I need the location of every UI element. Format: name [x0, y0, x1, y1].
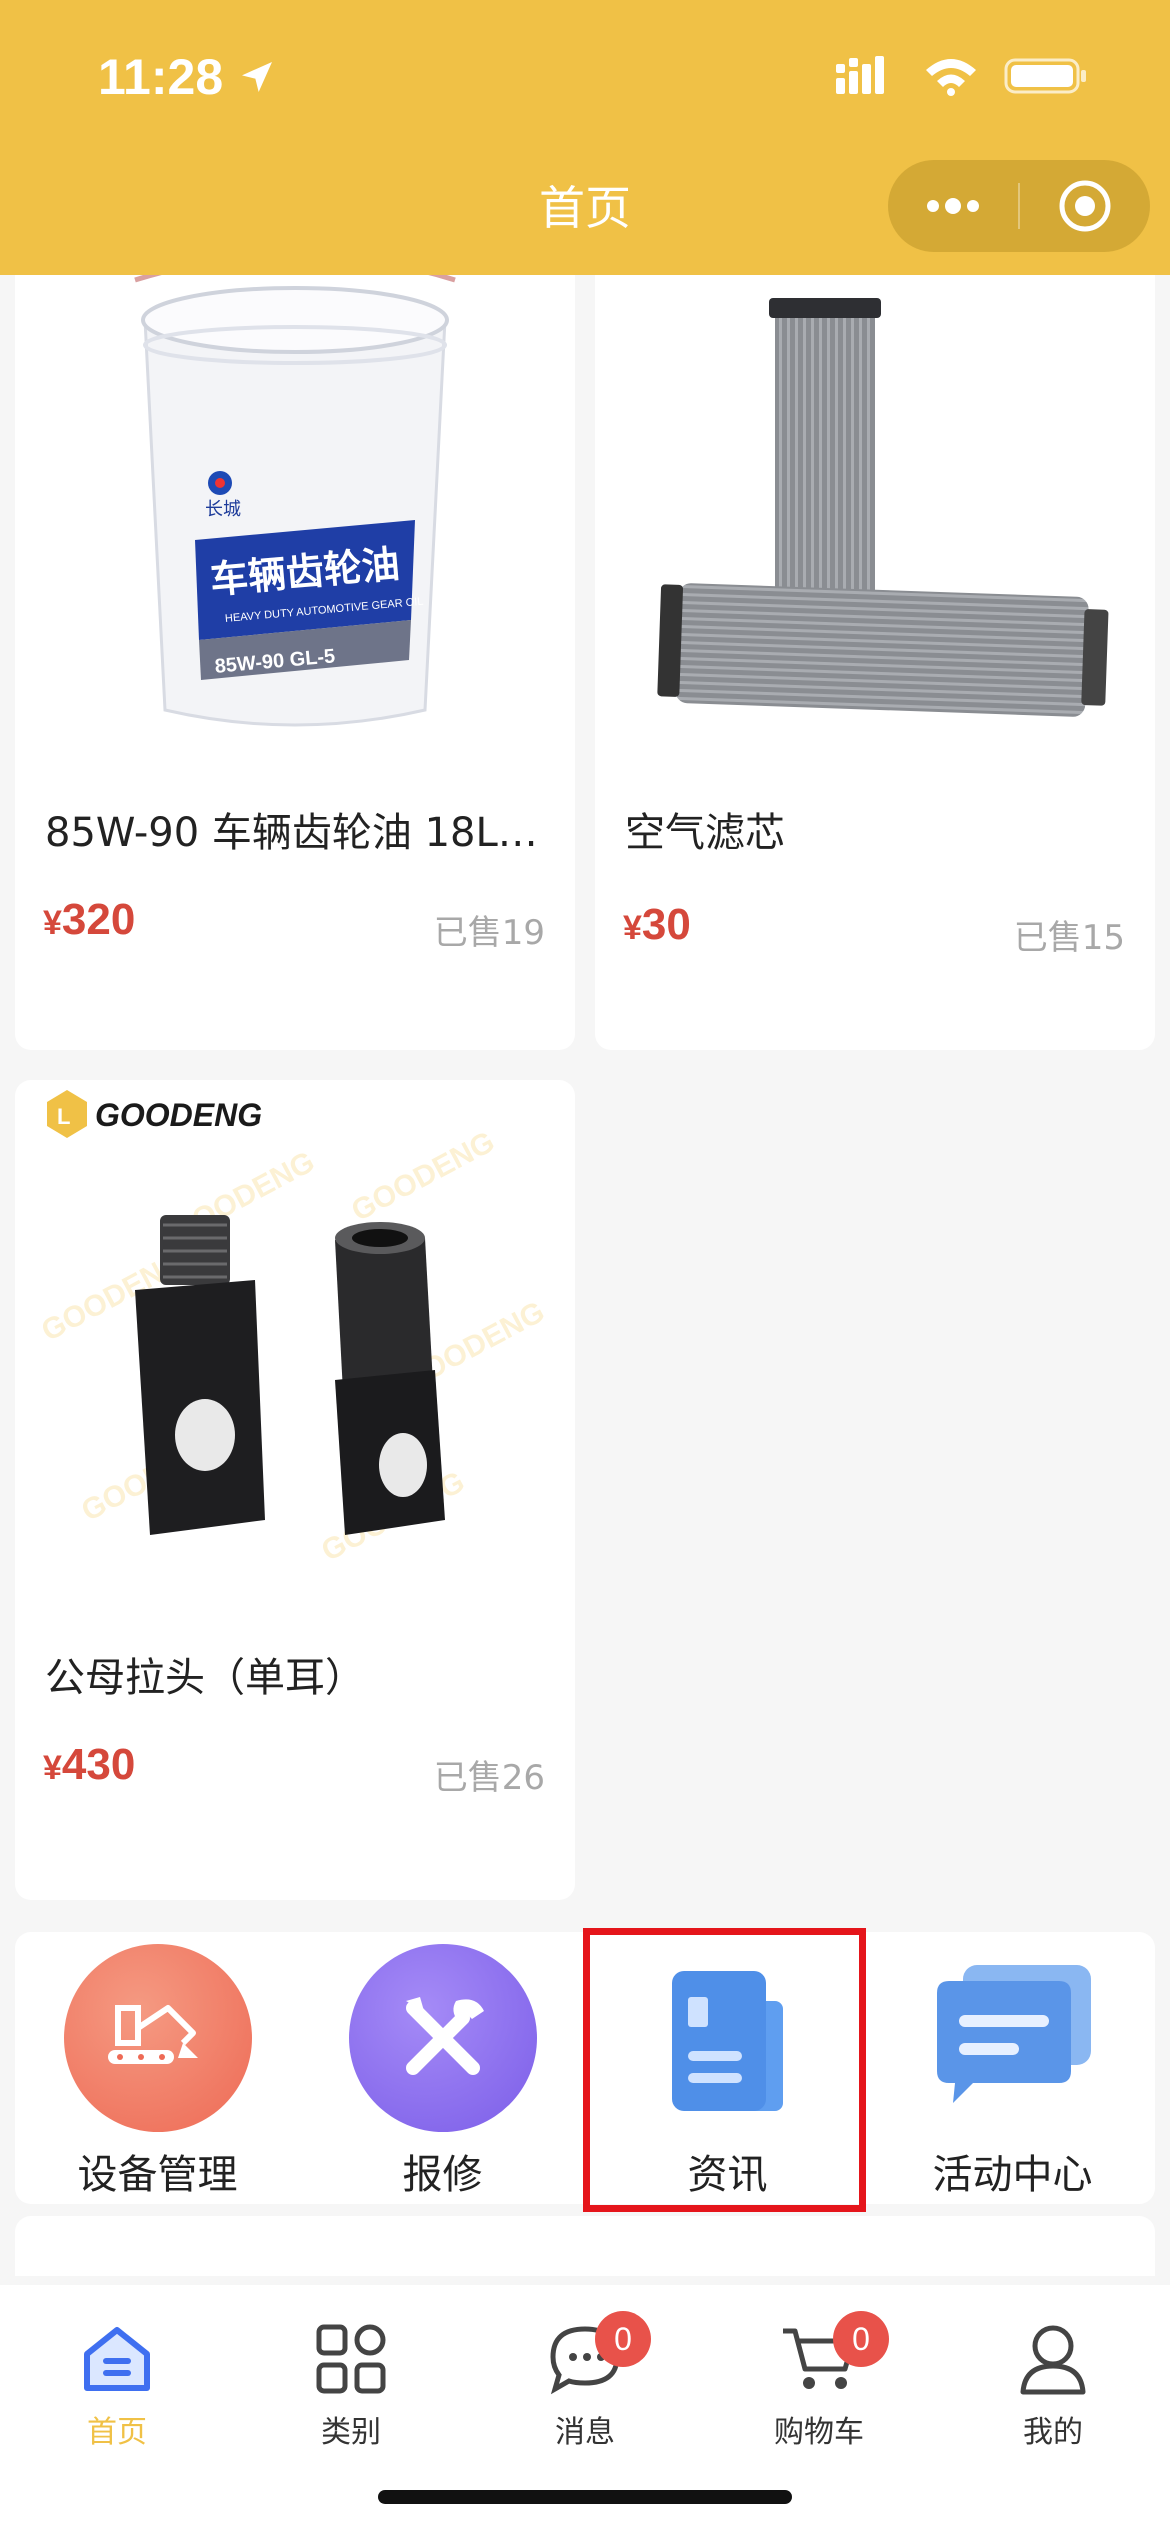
target-circle-icon [1059, 180, 1111, 232]
tab-mine[interactable]: 我的 [936, 2307, 1170, 2477]
entry-equipment-management[interactable]: 设备管理 [15, 1932, 300, 2204]
product-image: GOODENG GOODENG GOODENG GOODENG GOODENG … [15, 1080, 575, 1620]
close-mini-program-button[interactable] [1020, 160, 1150, 252]
entry-label: 活动中心 [932, 2152, 1093, 2198]
cart-icon: 0 [779, 2311, 889, 2399]
price-value: 30 [641, 900, 691, 949]
product-price: ¥430 [43, 1740, 135, 1790]
home-icon [77, 2319, 157, 2399]
more-button[interactable] [888, 160, 1018, 252]
more-dots-icon [927, 198, 979, 214]
product-card[interactable]: 长城 车辆齿轮油 HEAVY DUTY AUTOMOTIVE GEAR OIL … [15, 240, 575, 1050]
product-card[interactable]: 空气滤芯 ¥30 已售15 [595, 240, 1155, 1050]
wifi-icon [926, 59, 976, 96]
location-arrow-icon [242, 62, 273, 92]
product-price: ¥320 [43, 895, 135, 945]
entry-repair[interactable]: 报修 [300, 1932, 585, 2204]
tab-label: 首页 [87, 2415, 147, 2450]
product-card[interactable]: GOODENG GOODENG GOODENG GOODENG GOODENG … [15, 1080, 575, 1900]
home-indicator [378, 2490, 792, 2504]
tab-label: 购物车 [774, 2415, 864, 2450]
wrench-screwdriver-icon [348, 1944, 537, 2132]
goodeng-logo: L GOODENG [47, 1090, 262, 1138]
message-icon: 0 [545, 2311, 651, 2399]
price-value: 430 [61, 1740, 136, 1789]
tab-label: 消息 [555, 2415, 615, 2450]
tab-home[interactable]: 首页 [0, 2307, 234, 2477]
product-price: ¥30 [623, 900, 691, 950]
battery-icon [1004, 58, 1086, 94]
tab-label: 类别 [321, 2415, 381, 2450]
product-name: 85W-90 车辆齿轮油 18L… [45, 810, 538, 856]
content-strip [15, 2216, 1155, 2276]
signal-icon [836, 56, 884, 94]
header-bar: 11:28 首页 [0, 0, 1170, 275]
tab-messages[interactable]: 0 消息 [468, 2307, 702, 2477]
cart-badge: 0 [833, 2311, 889, 2367]
price-symbol: ¥ [623, 909, 642, 947]
entry-label: 报修 [402, 2152, 483, 2198]
highlight-frame [583, 1928, 866, 2212]
mini-program-capsule [888, 160, 1150, 252]
tab-cart[interactable]: 0 购物车 [702, 2307, 936, 2477]
price-value: 320 [61, 895, 136, 944]
excavator-icon [63, 1944, 252, 2132]
pull-head-image: L GOODENG [47, 1090, 445, 1535]
time-text: 11:28 [98, 49, 224, 105]
gear-oil-bucket-image: 长城 车辆齿轮油 HEAVY DUTY AUTOMOTIVE GEAR OIL … [134, 252, 456, 727]
tab-category[interactable]: 类别 [234, 2307, 468, 2477]
product-image: 长城 车辆齿轮油 HEAVY DUTY AUTOMOTIVE GEAR OIL … [15, 240, 575, 760]
svg-text:L: L [57, 1104, 70, 1129]
status-time: 11:28 [98, 48, 277, 106]
chat-bubbles-icon [919, 1944, 1107, 2132]
product-name: 公母拉头（单耳） [45, 1655, 365, 1701]
product-image [595, 240, 1155, 760]
tab-label: 我的 [1023, 2415, 1083, 2450]
sold-count: 已售26 [433, 1758, 545, 1798]
sold-count: 已售15 [1013, 918, 1125, 958]
price-symbol: ¥ [43, 904, 62, 942]
grid-icon [311, 2319, 391, 2399]
status-icons [836, 56, 1088, 96]
logo-text: GOODENG [95, 1097, 262, 1133]
entry-label: 设备管理 [77, 2152, 238, 2198]
bucket-brand-text: 长城 [205, 499, 241, 520]
message-badge: 0 [595, 2311, 651, 2367]
entry-activity-center[interactable]: 活动中心 [870, 1932, 1155, 2204]
sold-count: 已售19 [433, 913, 545, 953]
price-symbol: ¥ [43, 1749, 62, 1787]
user-icon [1013, 2319, 1093, 2399]
air-filter-image [657, 298, 1109, 717]
product-name: 空气滤芯 [625, 810, 785, 856]
